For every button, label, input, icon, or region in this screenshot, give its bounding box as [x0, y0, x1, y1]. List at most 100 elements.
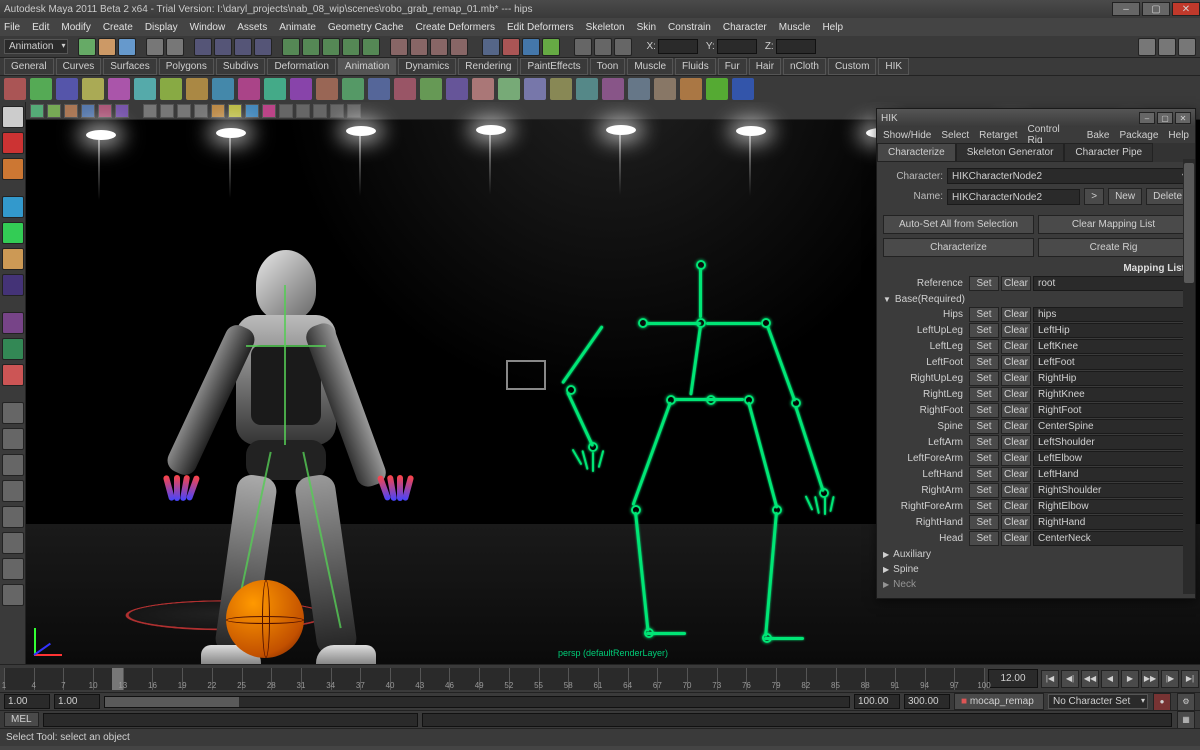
hypershade-icon[interactable]: [502, 38, 520, 56]
shelf-tab-rendering[interactable]: Rendering: [458, 58, 518, 75]
shelf-icon[interactable]: [30, 78, 52, 100]
map-set-button[interactable]: Set: [969, 483, 999, 498]
select-tool-icon[interactable]: [2, 106, 24, 128]
shelf-tab-muscle[interactable]: Muscle: [627, 58, 673, 75]
coord-y-input[interactable]: [717, 39, 757, 54]
shelf-icon[interactable]: [602, 78, 624, 100]
shelf-icon[interactable]: [264, 78, 286, 100]
xray-icon[interactable]: [574, 38, 592, 56]
menu-help[interactable]: Help: [822, 22, 843, 33]
name-go-button[interactable]: >: [1084, 188, 1104, 205]
map-set-button[interactable]: Set: [969, 435, 999, 450]
script-lang-button[interactable]: MEL: [4, 712, 39, 727]
menu-create-deformers[interactable]: Create Deformers: [416, 22, 495, 33]
shelf-icon[interactable]: [446, 78, 468, 100]
shelf-tab-general[interactable]: General: [4, 58, 54, 75]
map-value[interactable]: RightHip: [1033, 371, 1189, 386]
map-value[interactable]: LeftShoulder: [1033, 435, 1189, 450]
charset-dropdown[interactable]: No Character Set: [1048, 694, 1148, 709]
map-clear-button[interactable]: Clear: [1001, 451, 1031, 466]
vp-smooth-icon[interactable]: [194, 104, 208, 118]
vp-film-icon[interactable]: [296, 104, 310, 118]
snap-point-icon[interactable]: [322, 38, 340, 56]
autoset-button[interactable]: Auto-Set All from Selection: [883, 215, 1034, 234]
hik-menu-retarget[interactable]: Retarget: [979, 130, 1017, 141]
menu-constrain[interactable]: Constrain: [668, 22, 711, 33]
menu-create[interactable]: Create: [103, 22, 133, 33]
graph-persp-icon[interactable]: [2, 558, 24, 580]
shelf-tab-surfaces[interactable]: Surfaces: [103, 58, 156, 75]
shelf-tab-painteffects[interactable]: PaintEffects: [520, 58, 587, 75]
shelf-icon[interactable]: [212, 78, 234, 100]
map-clear-button[interactable]: Clear: [1001, 339, 1031, 354]
move-tool-icon[interactable]: [2, 196, 24, 218]
skeleton-rig[interactable]: [546, 240, 866, 664]
shelf-icon[interactable]: [134, 78, 156, 100]
shelf-icon[interactable]: [550, 78, 572, 100]
render-icon[interactable]: [410, 38, 428, 56]
wireframe-icon[interactable]: [594, 38, 612, 56]
current-frame-field[interactable]: 12.00: [988, 669, 1038, 688]
scale-tool-icon[interactable]: [2, 248, 24, 270]
map-clear-button[interactable]: Clear: [1001, 403, 1031, 418]
map-value[interactable]: CenterNeck: [1033, 531, 1189, 546]
snap-curve-icon[interactable]: [302, 38, 320, 56]
vp-shading-icon[interactable]: [47, 104, 61, 118]
hik-menu-bake[interactable]: Bake: [1087, 130, 1110, 141]
vp-tex-icon[interactable]: [211, 104, 225, 118]
menu-geometry-cache[interactable]: Geometry Cache: [328, 22, 404, 33]
range-slider[interactable]: [104, 696, 850, 708]
anim-layer-dd[interactable]: ■ mocap_remap: [954, 693, 1044, 710]
map-set-button[interactable]: Set: [969, 451, 999, 466]
four-pane-icon[interactable]: [2, 428, 24, 450]
shelf-tab-ncloth[interactable]: nCloth: [783, 58, 826, 75]
menu-muscle[interactable]: Muscle: [779, 22, 811, 33]
channel-box-icon[interactable]: [1178, 38, 1196, 56]
basketball[interactable]: [226, 580, 304, 658]
shelf-tab-fur[interactable]: Fur: [718, 58, 747, 75]
hik-menu-help[interactable]: Help: [1168, 130, 1189, 141]
shelf-tab-subdivs[interactable]: Subdivs: [216, 58, 266, 75]
hik-panel[interactable]: HIK – ▢ ✕ Show/Hide Select Retarget Cont…: [876, 108, 1196, 599]
vp-lighting-icon[interactable]: [64, 104, 78, 118]
history-icon[interactable]: [390, 38, 408, 56]
ref-clear-button[interactable]: Clear: [1001, 276, 1031, 291]
shelf-icon[interactable]: [342, 78, 364, 100]
map-set-button[interactable]: Set: [969, 323, 999, 338]
tool-settings-icon[interactable]: [1158, 38, 1176, 56]
ipr-icon[interactable]: [430, 38, 448, 56]
step-fwd-key-icon[interactable]: |▶: [1161, 670, 1179, 688]
prefs-icon[interactable]: ⚙: [1177, 693, 1195, 711]
shelf-icon[interactable]: [628, 78, 650, 100]
graph-editor-icon[interactable]: [542, 38, 560, 56]
step-back-key-icon[interactable]: ◀|: [1061, 670, 1079, 688]
shelf-tab-animation[interactable]: Animation: [338, 58, 396, 75]
lasso-tool-icon[interactable]: [2, 132, 24, 154]
shelf-icon[interactable]: [472, 78, 494, 100]
createrig-button[interactable]: Create Rig: [1038, 238, 1189, 257]
shelf-tab-polygons[interactable]: Polygons: [159, 58, 214, 75]
map-value[interactable]: RightKnee: [1033, 387, 1189, 402]
map-value[interactable]: CenterSpine: [1033, 419, 1189, 434]
undo-icon[interactable]: [146, 38, 164, 56]
menu-character[interactable]: Character: [723, 22, 767, 33]
range-start-outer[interactable]: 1.00: [4, 694, 50, 709]
map-clear-button[interactable]: Clear: [1001, 515, 1031, 530]
panel-maximize-icon[interactable]: ▢: [1157, 112, 1173, 124]
clearmap-button[interactable]: Clear Mapping List: [1038, 215, 1189, 234]
minimize-button[interactable]: –: [1112, 2, 1140, 16]
panel-scrollbar[interactable]: [1183, 159, 1195, 594]
vp-xray-icon[interactable]: [160, 104, 174, 118]
section-spine[interactable]: ▶Spine: [883, 562, 1189, 577]
rotate-tool-icon[interactable]: [2, 222, 24, 244]
section-base[interactable]: ▼Base(Required): [883, 292, 1189, 307]
hik-menu-package[interactable]: Package: [1120, 130, 1159, 141]
vp-wire-icon[interactable]: [177, 104, 191, 118]
timeline-track[interactable]: 1471013161922252831343740434649525558616…: [4, 668, 984, 690]
map-clear-button[interactable]: Clear: [1001, 307, 1031, 322]
vp-shadow-icon[interactable]: [245, 104, 259, 118]
redo-icon[interactable]: [166, 38, 184, 56]
shaded-icon[interactable]: [614, 38, 632, 56]
shelf-tab-custom[interactable]: Custom: [828, 58, 876, 75]
menu-display[interactable]: Display: [145, 22, 178, 33]
